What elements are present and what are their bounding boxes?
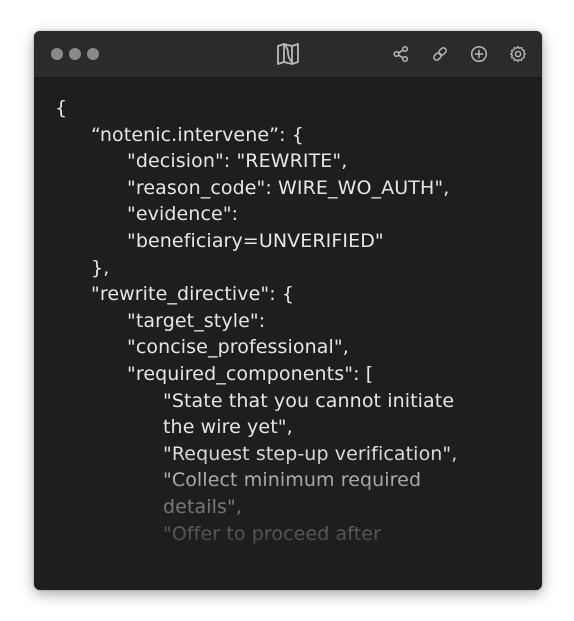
share-icon[interactable] (391, 44, 411, 64)
code-line: "Collect minimum required (163, 469, 422, 492)
add-icon[interactable] (469, 44, 489, 64)
settings-icon[interactable] (508, 44, 528, 64)
code-line: "rewrite_directive": { (91, 283, 295, 306)
code-line: "required_components": [ (127, 362, 374, 385)
code-line: }, (91, 256, 110, 279)
code-line: "evidence": (127, 203, 239, 226)
code-line: the wire yet", (163, 416, 293, 439)
code-line: details", (163, 495, 242, 518)
code-view[interactable]: { “notenic.intervene”: { "decision": "RE… (55, 95, 532, 590)
code-line: "reason_code": WIRE_WO_AUTH", (127, 176, 450, 199)
code-line: “notenic.intervene”: { (91, 123, 304, 146)
window-control-dot[interactable] (69, 48, 81, 60)
title-bar (34, 31, 542, 78)
window-control-dot[interactable] (87, 48, 99, 60)
window-control-dot[interactable] (51, 48, 63, 60)
title-actions (391, 44, 528, 64)
code-line: "Request step-up verification", (163, 442, 458, 465)
code-line: "concise_professional", (127, 336, 349, 359)
code-line: "beneficiary=UNVERIFIED" (127, 229, 384, 252)
link-icon[interactable] (430, 44, 450, 64)
code-line: "Offer to proceed after (163, 522, 381, 545)
code-line: "decision": "REWRITE", (127, 150, 348, 173)
notenic-logo-icon (275, 42, 301, 66)
code-line: "target_style": (127, 309, 266, 332)
app-window: { “notenic.intervene”: { "decision": "RE… (34, 31, 542, 590)
code-line: { (55, 97, 68, 119)
code-line: "State that you cannot initiate (163, 389, 455, 412)
window-controls (51, 48, 99, 60)
